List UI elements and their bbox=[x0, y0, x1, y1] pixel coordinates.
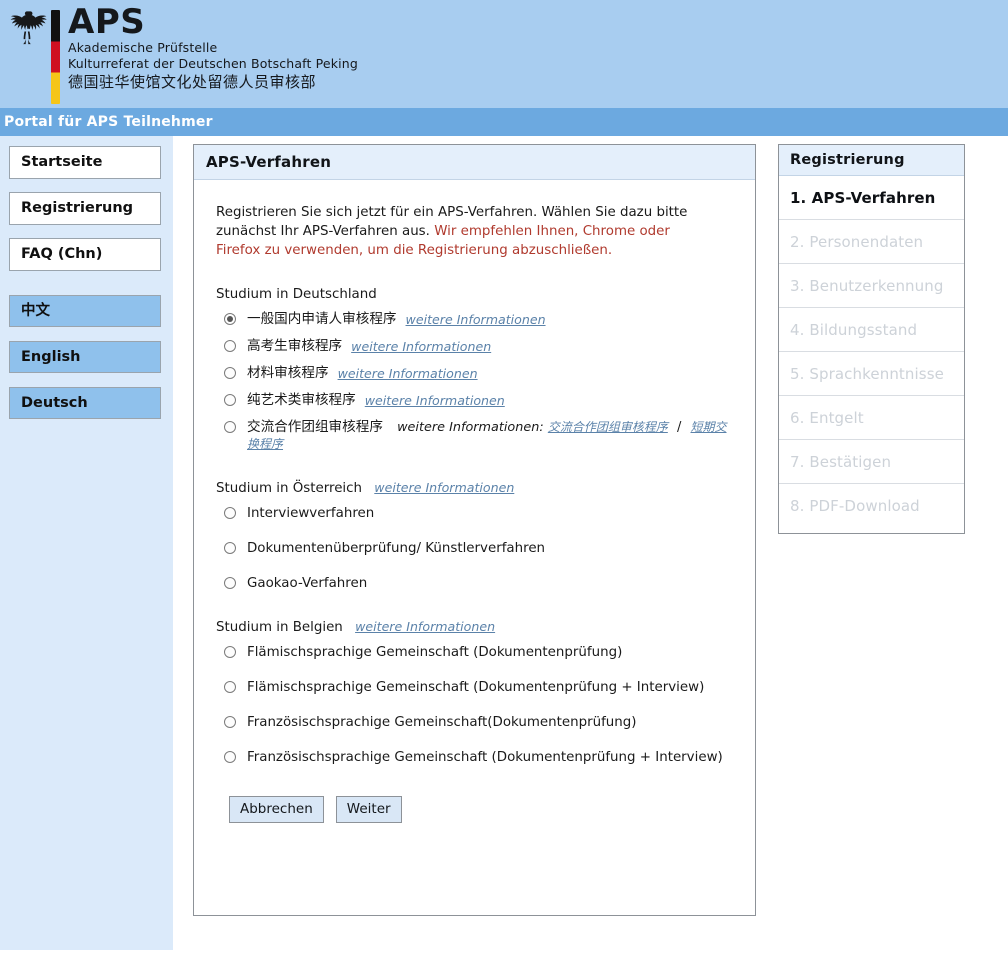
radio-belgium-0[interactable] bbox=[224, 646, 236, 658]
radio-option-row[interactable]: Flämischsprachige Gemeinschaft (Dokument… bbox=[216, 679, 737, 696]
sidebar-item-registrierung[interactable]: Registrierung bbox=[9, 192, 161, 225]
step-item-6: 6. Entgelt bbox=[779, 396, 964, 440]
belgium-group-title: Studium in Belgien weitere Informationen bbox=[216, 619, 737, 635]
step-item-2: 2. Personendaten bbox=[779, 220, 964, 264]
radio-germany-1[interactable] bbox=[224, 340, 236, 352]
radio-label-germany-2: 材料审核程序 bbox=[247, 365, 329, 381]
brand-subtitle-line2: Kulturreferat der Deutschen Botschaft Pe… bbox=[68, 56, 358, 71]
radio-option-row[interactable]: Französischsprachige Gemeinschaft (Dokum… bbox=[216, 749, 737, 766]
cancel-button[interactable]: Abbrechen bbox=[229, 796, 324, 823]
german-federal-eagle-icon bbox=[10, 11, 47, 45]
step-item-1[interactable]: 1. APS-Verfahren bbox=[779, 176, 964, 220]
radio-label-germany-1: 高考生审核程序 bbox=[247, 338, 343, 354]
radio-label-austria-1: Dokumentenüberprüfung/ Künstlerverfahren bbox=[247, 541, 546, 556]
language-button-german[interactable]: Deutsch bbox=[9, 387, 161, 419]
radio-option-row[interactable]: Interviewverfahren bbox=[216, 505, 737, 522]
sidebar-item-startseite[interactable]: Startseite bbox=[9, 146, 161, 179]
brand-subtitle-chinese: 德国驻华使馆文化处留德人员审核部 bbox=[68, 73, 317, 91]
sidebar-nav-group: Startseite Registrierung FAQ (Chn) bbox=[0, 136, 173, 271]
germany-group-title: Studium in Deutschland bbox=[216, 287, 737, 302]
intro-line2: zunächst Ihr APS-Verfahren aus. bbox=[216, 224, 430, 239]
austria-group-title: Studium in Österreich weitere Informatio… bbox=[216, 480, 737, 496]
steps-panel-title: Registrierung bbox=[779, 145, 964, 176]
radio-option-row[interactable]: 一般国内申请人审核程序 weitere Informationen bbox=[216, 311, 737, 328]
radio-option-row[interactable]: 交流合作团组审核程序 weitere Informationen: 交流合作团组… bbox=[216, 419, 737, 453]
germany-option-group: Studium in Deutschland 一般国内申请人审核程序 weite… bbox=[216, 287, 737, 453]
panel-title: APS-Verfahren bbox=[194, 145, 755, 180]
radio-option-row[interactable]: Französischsprachige Gemeinschaft(Dokume… bbox=[216, 714, 737, 731]
panel-body: Registrieren Sie sich jetzt für ein APS-… bbox=[194, 180, 755, 823]
brand-title: APS bbox=[68, 2, 146, 42]
info-link-germany-3[interactable]: weitere Informationen bbox=[365, 392, 505, 409]
brand-block: APS Akademische Prüfstelle Kulturreferat… bbox=[68, 4, 358, 92]
radio-label-belgium-1: Flämischsprachige Gemeinschaft (Dokument… bbox=[247, 680, 705, 695]
radio-option-row[interactable]: 高考生审核程序 weitere Informationen bbox=[216, 338, 737, 355]
step-item-7: 7. Bestätigen bbox=[779, 440, 964, 484]
step-item-5: 5. Sprachkenntnisse bbox=[779, 352, 964, 396]
radio-germany-3[interactable] bbox=[224, 394, 236, 406]
left-sidebar: Startseite Registrierung FAQ (Chn) 中文 En… bbox=[0, 136, 173, 950]
radio-label-germany-4-wrap: 交流合作团组审核程序 weitere Informationen: 交流合作团组… bbox=[247, 419, 737, 453]
radio-option-row[interactable]: Dokumentenüberprüfung/ Künstlerverfahren bbox=[216, 540, 737, 557]
intro-line1: Registrieren Sie sich jetzt für ein APS-… bbox=[216, 205, 688, 220]
germany-group-title-label: Studium in Deutschland bbox=[216, 287, 377, 302]
language-button-english[interactable]: English bbox=[9, 341, 161, 373]
belgium-group-title-label: Studium in Belgien bbox=[216, 620, 343, 635]
radio-germany-0[interactable] bbox=[224, 313, 236, 325]
radio-label-austria-2: Gaokao-Verfahren bbox=[247, 576, 368, 591]
portal-bar-title: Portal für APS Teilnehmer bbox=[0, 108, 1008, 136]
brand-subtitle-line1: Akademische Prüfstelle bbox=[68, 40, 218, 55]
language-button-chinese[interactable]: 中文 bbox=[9, 295, 161, 327]
radio-label-austria-0: Interviewverfahren bbox=[247, 506, 375, 521]
step-item-3: 3. Benutzerkennung bbox=[779, 264, 964, 308]
info-link-germany-1[interactable]: weitere Informationen bbox=[351, 338, 491, 355]
aps-verfahren-panel: APS-Verfahren Registrieren Sie sich jetz… bbox=[193, 144, 756, 916]
step-item-4: 4. Bildungsstand bbox=[779, 308, 964, 352]
radio-belgium-3[interactable] bbox=[224, 751, 236, 763]
page-body: Startseite Registrierung FAQ (Chn) 中文 En… bbox=[0, 136, 1008, 959]
radio-option-row[interactable]: Flämischsprachige Gemeinschaft (Dokument… bbox=[216, 644, 737, 661]
info-link-cn-germany-4a[interactable]: 交流合作团组审核程序 bbox=[548, 420, 668, 434]
info-link-germany-0[interactable]: weitere Informationen bbox=[406, 311, 546, 328]
radio-label-germany-0: 一般国内申请人审核程序 bbox=[247, 311, 397, 327]
radio-austria-2[interactable] bbox=[224, 577, 236, 589]
sidebar-item-faq[interactable]: FAQ (Chn) bbox=[9, 238, 161, 271]
radio-germany-4[interactable] bbox=[224, 421, 236, 433]
info-prefix-germany-4: weitere Informationen: bbox=[397, 420, 544, 435]
intro-text: Registrieren Sie sich jetzt für ein APS-… bbox=[216, 203, 716, 260]
radio-label-germany-3: 纯艺术类审核程序 bbox=[247, 392, 356, 408]
info-link-belgium[interactable]: weitere Informationen bbox=[355, 619, 495, 634]
radio-label-germany-4: 交流合作团组审核程序 bbox=[247, 419, 383, 435]
belgium-option-group: Studium in Belgien weitere Informationen… bbox=[216, 619, 737, 766]
emblem-block bbox=[4, 6, 66, 104]
radio-austria-0[interactable] bbox=[224, 507, 236, 519]
radio-option-row[interactable]: 材料审核程序 weitere Informationen bbox=[216, 365, 737, 382]
info-link-austria[interactable]: weitere Informationen bbox=[374, 480, 514, 495]
radio-option-row[interactable]: Gaokao-Verfahren bbox=[216, 575, 737, 592]
radio-belgium-1[interactable] bbox=[224, 681, 236, 693]
radio-label-belgium-3: Französischsprachige Gemeinschaft (Dokum… bbox=[247, 750, 723, 765]
german-flag-bar-icon bbox=[51, 10, 60, 104]
sidebar-language-group: 中文 English Deutsch bbox=[0, 284, 173, 419]
link-separator: / bbox=[676, 420, 682, 435]
step-item-8: 8. PDF-Download bbox=[790, 497, 920, 515]
radio-austria-1[interactable] bbox=[224, 542, 236, 554]
radio-label-belgium-2: Französischsprachige Gemeinschaft(Dokume… bbox=[247, 715, 637, 730]
radio-label-belgium-0: Flämischsprachige Gemeinschaft (Dokument… bbox=[247, 645, 623, 660]
info-link-germany-2[interactable]: weitere Informationen bbox=[338, 365, 478, 382]
austria-group-title-label: Studium in Österreich bbox=[216, 481, 363, 496]
austria-option-group: Studium in Österreich weitere Informatio… bbox=[216, 480, 737, 592]
registration-steps-panel: Registrierung 1. APS-Verfahren 2. Person… bbox=[778, 144, 965, 534]
radio-germany-2[interactable] bbox=[224, 367, 236, 379]
next-button[interactable]: Weiter bbox=[335, 796, 402, 823]
radio-option-row[interactable]: 纯艺术类审核程序 weitere Informationen bbox=[216, 392, 737, 409]
radio-belgium-2[interactable] bbox=[224, 716, 236, 728]
form-actions: Abbrechen Weiter bbox=[229, 796, 737, 823]
site-masthead: APS Akademische Prüfstelle Kulturreferat… bbox=[0, 0, 1008, 108]
